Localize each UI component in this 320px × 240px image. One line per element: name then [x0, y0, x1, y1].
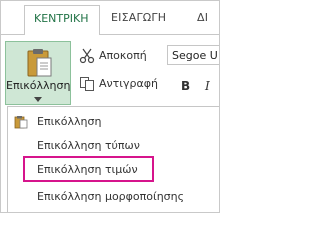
- clipboard-icon: [27, 49, 52, 77]
- font-name-value: Segoe U: [172, 49, 218, 62]
- paste-button[interactable]: Επικόλληση: [5, 41, 71, 105]
- menu-item-paste[interactable]: Επικόλληση: [8, 111, 219, 133]
- scissors-icon: [79, 48, 95, 64]
- cut-button-label: Αποκοπή: [99, 49, 147, 62]
- bold-button[interactable]: B: [181, 79, 190, 93]
- ribbon-tabs: ΚΕΝΤΡΙΚΗ ΕΙΣΑΓΩΓΗ ΔΙ: [1, 1, 219, 35]
- menu-item-label: Επικόλληση: [37, 115, 102, 128]
- tab-insert[interactable]: ΕΙΣΑΓΩΓΗ: [111, 11, 166, 24]
- font-name-field[interactable]: Segoe U: [167, 45, 219, 65]
- chevron-down-icon: [34, 97, 42, 102]
- tab-home-label: ΚΕΝΤΡΙΚΗ: [34, 12, 89, 25]
- paste-icon: [14, 116, 28, 129]
- paste-button-label: Επικόλληση: [6, 79, 71, 92]
- tab-next-partial[interactable]: ΔΙ: [197, 11, 208, 24]
- menu-item-paste-formulas[interactable]: Επικόλληση τύπων: [8, 135, 219, 157]
- copy-icon: [80, 77, 94, 91]
- copy-button-label: Αντιγραφή: [99, 77, 158, 90]
- paste-dropdown-menu: Επικόλληση Επικόλληση τύπων Επικόλληση τ…: [7, 106, 219, 212]
- ribbon-panel: Επικόλληση Αποκοπή Αντιγραφή Segoe U B I: [1, 35, 219, 105]
- highlight-box: [23, 156, 154, 182]
- italic-button[interactable]: I: [205, 79, 210, 93]
- window-frame: ΚΕΝΤΡΙΚΗ ΕΙΣΑΓΩΓΗ ΔΙ Επικόλληση Αποκοπή …: [0, 0, 220, 213]
- tab-home[interactable]: ΚΕΝΤΡΙΚΗ: [24, 5, 100, 35]
- menu-item-paste-formatting[interactable]: Επικόλληση μορφοποίησης: [8, 186, 219, 208]
- menu-item-label: Επικόλληση μορφοποίησης: [37, 190, 185, 203]
- menu-item-label: Επικόλληση τύπων: [37, 139, 140, 152]
